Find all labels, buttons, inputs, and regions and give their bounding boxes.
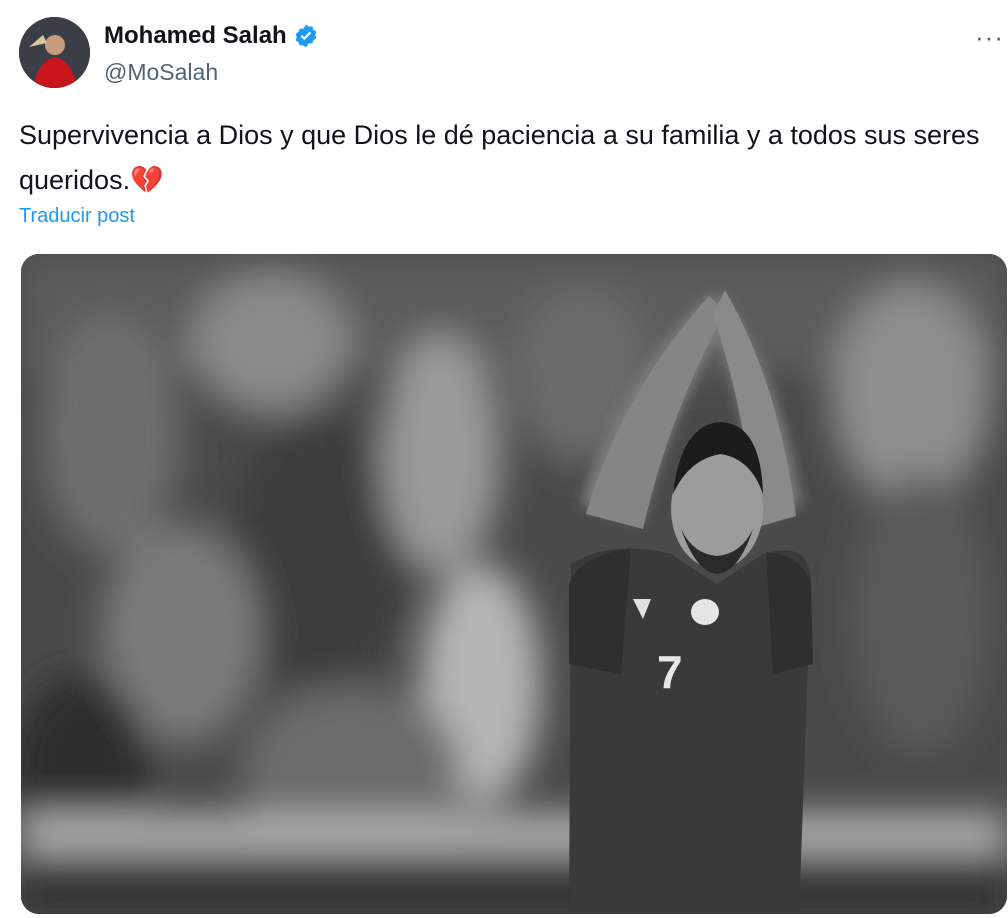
avatar[interactable]: [19, 17, 90, 88]
author-handle[interactable]: @MoSalah: [104, 59, 218, 86]
translate-post-link[interactable]: Traducir post: [19, 205, 135, 228]
avatar-photo: [19, 17, 90, 88]
tweet-media-photo[interactable]: 7: [21, 254, 1007, 914]
author-name-row: Mohamed Salah: [104, 22, 319, 50]
verified-badge-icon: [293, 23, 319, 49]
tweet-text: Supervivencia a Dios y que Dios le dé pa…: [19, 120, 980, 195]
author-display-name[interactable]: Mohamed Salah: [104, 22, 287, 50]
player-photo: 7: [21, 254, 1007, 914]
jersey-number: 7: [657, 646, 683, 698]
more-options-icon[interactable]: ···: [975, 22, 1004, 53]
